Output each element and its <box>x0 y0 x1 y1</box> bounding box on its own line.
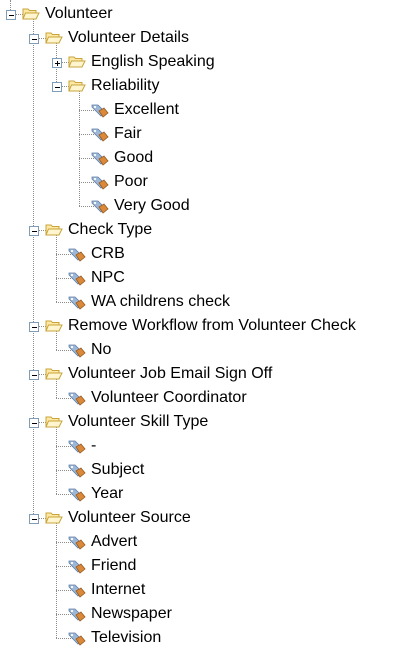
collapse-minus-icon[interactable] <box>29 514 39 524</box>
tree-node-label: English Speaking <box>91 53 215 70</box>
tree-node-label: Newspaper <box>91 605 172 622</box>
tree-node-label: Subject <box>91 461 145 478</box>
tag-icon <box>68 534 86 550</box>
tag-icon <box>68 630 86 646</box>
volunteer-tree: Volunteer Volunteer Details English Speaki… <box>0 0 398 649</box>
tree-connector-line <box>33 19 34 518</box>
tree-node-label: Volunteer Skill Type <box>68 413 209 430</box>
folder-open-icon <box>45 510 63 526</box>
collapse-minus-icon[interactable] <box>29 418 39 428</box>
tag-icon <box>68 390 86 406</box>
tree-node-label: Fair <box>114 125 142 142</box>
tag-icon <box>68 606 86 622</box>
collapse-minus-icon[interactable] <box>29 226 39 236</box>
folder-open-icon <box>45 30 63 46</box>
tree-node-label: Volunteer <box>45 5 113 22</box>
tree-node-label: No <box>91 341 112 358</box>
tag-icon <box>68 270 86 286</box>
tree-node-label: CRB <box>91 245 125 262</box>
folder-open-icon <box>45 414 63 430</box>
tag-icon <box>68 246 86 262</box>
tag-icon <box>68 558 86 574</box>
tree-node-label: Good <box>114 149 154 166</box>
tree-node-label: Excellent <box>114 101 179 118</box>
tree-node-label: Television <box>91 629 162 646</box>
tree-node-label: Reliability <box>91 77 160 94</box>
tree-node-label: Remove Workflow from Volunteer Check <box>68 317 356 334</box>
tree-node-label: Advert <box>91 533 138 550</box>
tree-node-label: Volunteer Job Email Sign Off <box>68 365 273 382</box>
folder-open-icon <box>68 54 86 70</box>
tree-connector-line <box>56 427 57 494</box>
tree-node-label: Very Good <box>114 197 190 214</box>
tag-icon <box>68 462 86 478</box>
collapse-minus-icon[interactable] <box>29 370 39 380</box>
expand-plus-icon[interactable] <box>52 58 62 68</box>
tag-icon <box>91 150 109 166</box>
tag-icon <box>91 174 109 190</box>
tag-icon <box>68 438 86 454</box>
tree-connector-line <box>79 91 80 206</box>
tree-node-label: WA childrens check <box>91 293 231 310</box>
collapse-minus-icon[interactable] <box>6 10 16 20</box>
tree-node-label: Volunteer Source <box>68 509 191 526</box>
tree-node-label: Volunteer Details <box>68 29 189 46</box>
tree-node-label: Poor <box>114 173 148 190</box>
tag-icon <box>68 486 86 502</box>
folder-open-icon <box>45 222 63 238</box>
tree-node-label: Volunteer Coordinator <box>91 389 247 406</box>
tree-node-label: Internet <box>91 581 146 598</box>
tag-icon <box>68 582 86 598</box>
collapse-minus-icon[interactable] <box>29 322 39 332</box>
tree-node-label: NPC <box>91 269 125 286</box>
folder-open-icon <box>22 6 40 22</box>
folder-open-icon <box>68 78 86 94</box>
tree-connector-line <box>56 235 57 302</box>
tree-node-label: Year <box>91 485 124 502</box>
folder-open-icon <box>45 366 63 382</box>
tree-node-label: - <box>91 437 97 454</box>
tag-icon <box>91 102 109 118</box>
collapse-minus-icon[interactable] <box>29 34 39 44</box>
tree-node-label: Friend <box>91 557 137 574</box>
collapse-minus-icon[interactable] <box>52 82 62 92</box>
tag-icon <box>68 294 86 310</box>
folder-open-icon <box>45 318 63 334</box>
tag-icon <box>68 342 86 358</box>
tag-icon <box>91 126 109 142</box>
tree-node-label: Check Type <box>68 221 153 238</box>
tag-icon <box>91 198 109 214</box>
tree-connector-line <box>56 523 57 638</box>
